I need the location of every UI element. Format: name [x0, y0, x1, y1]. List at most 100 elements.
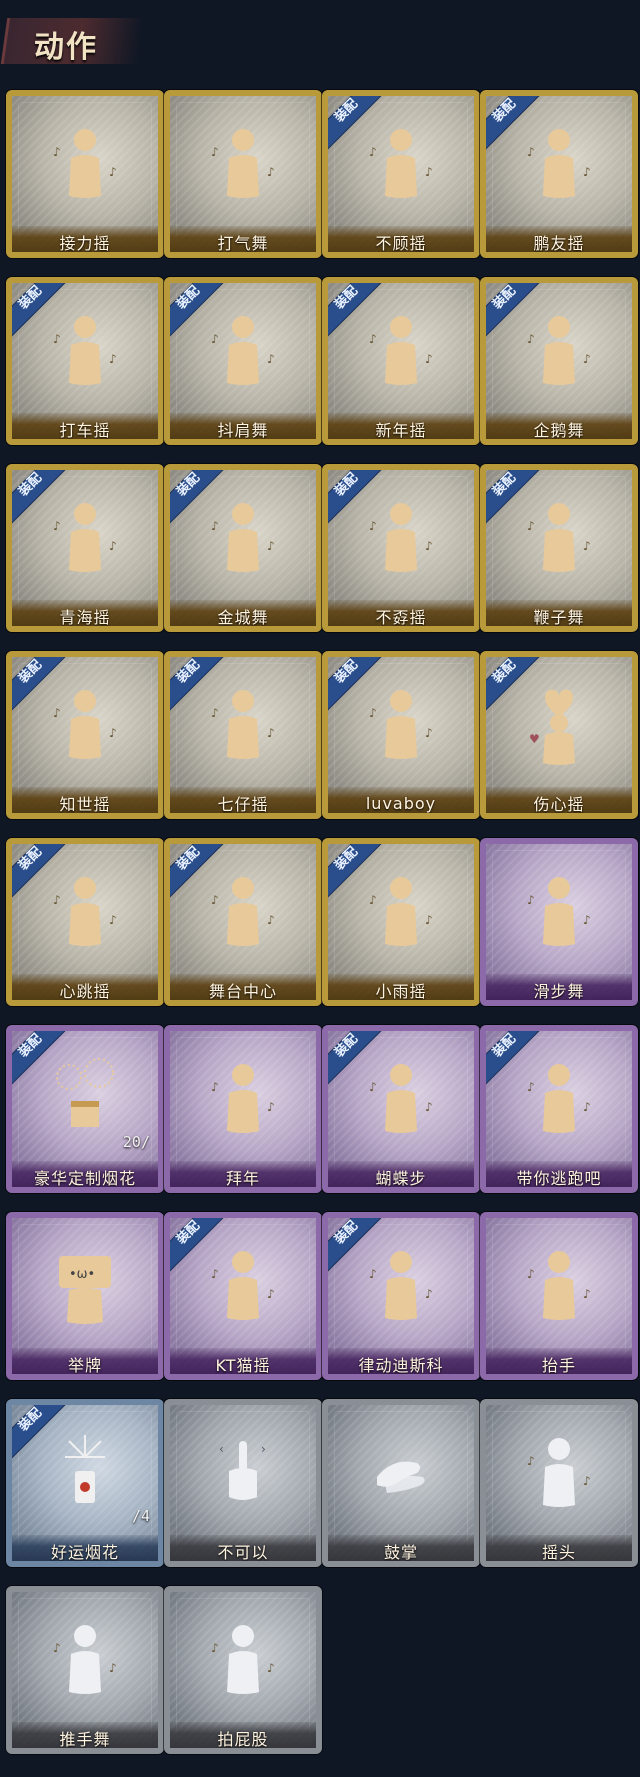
card-label-bar: 知世摇: [12, 787, 158, 813]
emote-card[interactable]: ♪ ♪ 装配 抖肩舞: [164, 277, 322, 445]
equipped-badge-label: 装配: [15, 283, 45, 313]
sign-face-icon: •ω•: [41, 1240, 129, 1328]
person-bow-icon: ♪ ♪: [199, 1053, 287, 1141]
emote-card[interactable]: ♪ ♪ 装配 青海摇: [6, 464, 164, 632]
equipped-badge-label: 装配: [173, 1218, 203, 1248]
emote-name: 抬手: [541, 1356, 576, 1375]
equipped-badge-label: 装配: [489, 470, 519, 500]
card-label-bar: 豪华定制烟花: [12, 1161, 158, 1187]
emote-card[interactable]: ♪ ♪ 装配 不孬摇: [322, 464, 480, 632]
emote-name: 企鹅舞: [533, 421, 585, 440]
emote-card[interactable]: ♪ ♪ 抬手: [480, 1212, 638, 1380]
emote-card[interactable]: ♪ ♪ 摇头: [480, 1399, 638, 1567]
equipped-badge: 装配: [12, 1405, 68, 1461]
emote-card[interactable]: ♪ ♪ 装配 鹏友摇: [480, 90, 638, 258]
emote-name: 接力摇: [59, 234, 111, 253]
svg-text:♪: ♪: [583, 1287, 591, 1301]
emote-card[interactable]: ♪ ♪ 装配 新年摇: [322, 277, 480, 445]
svg-text:♪: ♪: [583, 1100, 591, 1114]
emote-card[interactable]: ♪ ♪ 拍屁股: [164, 1586, 322, 1754]
equipped-badge-label: 装配: [331, 1031, 361, 1061]
emote-card[interactable]: ♪ ♪ 装配 鞭子舞: [480, 464, 638, 632]
emote-card[interactable]: ♪ ♪ 装配 心跳摇: [6, 838, 164, 1006]
emote-card[interactable]: 鼓掌: [322, 1399, 480, 1567]
emote-card[interactable]: ♥ 装配 伤心摇: [480, 651, 638, 819]
svg-text:♪: ♪: [109, 352, 117, 366]
equipped-badge: 装配: [12, 844, 68, 900]
emote-name: 舞台中心: [208, 982, 277, 1001]
equipped-badge-label: 装配: [331, 1218, 361, 1248]
card-label-bar: 青海摇: [12, 600, 158, 626]
equipped-badge: 装配: [12, 1031, 68, 1087]
card-label-bar: 滑步舞: [486, 974, 632, 1001]
equipped-badge-label: 装配: [489, 657, 519, 687]
card-label-bar: 新年摇: [328, 413, 474, 439]
emote-card[interactable]: ♪ ♪ 滑步舞: [480, 838, 638, 1006]
equipped-badge-label: 装配: [331, 657, 361, 687]
card-label-bar: luvaboy: [328, 787, 474, 813]
card-label-bar: 金城舞: [170, 600, 316, 626]
emote-card[interactable]: ♪ ♪ 装配 七仔摇: [164, 651, 322, 819]
emote-name: 打气舞: [217, 234, 269, 253]
emote-name: 律动迪斯科: [358, 1356, 444, 1375]
person-raise-hand-icon: ♪ ♪: [515, 1240, 603, 1328]
equipped-badge: 装配: [486, 283, 542, 339]
emote-card[interactable]: ♪ ♪ 装配 带你逃跑吧: [480, 1025, 638, 1193]
emote-card[interactable]: ♪ ♪ 装配 金城舞: [164, 464, 322, 632]
svg-text:♪: ♪: [425, 165, 433, 179]
emote-name: 滑步舞: [533, 982, 585, 1001]
emote-name: 伤心摇: [533, 795, 585, 814]
equipped-badge: 装配: [486, 1031, 542, 1087]
emote-card[interactable]: ♪ ♪ 装配 企鹅舞: [480, 277, 638, 445]
card-label-bar: 带你逃跑吧: [486, 1161, 632, 1187]
emote-card[interactable]: ♪ ♪ 装配 蝴蝶步: [322, 1025, 480, 1193]
emote-card[interactable]: •ω• 举牌: [6, 1212, 164, 1380]
equipped-badge-label: 装配: [15, 1405, 45, 1435]
emote-card[interactable]: ♪ ♪ 装配 律动迪斯科: [322, 1212, 480, 1380]
equipped-badge: 装配: [486, 657, 542, 713]
emote-name: 不孬摇: [375, 608, 427, 627]
card-label-bar: KT猫摇: [170, 1348, 316, 1374]
equipped-badge-label: 装配: [331, 283, 361, 313]
emote-card[interactable]: ♪ ♪ 装配 打车摇: [6, 277, 164, 445]
svg-text:♪: ♪: [583, 352, 591, 366]
equipped-badge-label: 装配: [15, 1031, 45, 1061]
emote-card[interactable]: ♪ ♪ 推手舞: [6, 1586, 164, 1754]
equipped-badge: 装配: [170, 657, 226, 713]
emote-card[interactable]: 装配 20/豪华定制烟花: [6, 1025, 164, 1193]
emote-card[interactable]: ‹ › 不可以: [164, 1399, 322, 1567]
emote-card[interactable]: ♪ ♪ 拜年: [164, 1025, 322, 1193]
emote-card[interactable]: 装配/4 好运烟花: [6, 1399, 164, 1567]
svg-text:♪: ♪: [211, 145, 219, 159]
svg-text:♪: ♪: [267, 352, 275, 366]
emote-name: 推手舞: [59, 1730, 111, 1749]
equipped-badge-label: 装配: [173, 844, 203, 874]
svg-text:♪: ♪: [267, 165, 275, 179]
card-label-bar: 七仔摇: [170, 787, 316, 813]
emote-name: 不顾摇: [375, 234, 427, 253]
emote-card[interactable]: ♪ ♪ 装配 小雨摇: [322, 838, 480, 1006]
card-label-bar: 摇头: [486, 1535, 632, 1561]
emote-card[interactable]: ♪ ♪ 打气舞: [164, 90, 322, 258]
equipped-badge-label: 装配: [489, 283, 519, 313]
emote-card[interactable]: ♪ ♪ 接力摇: [6, 90, 164, 258]
emote-card[interactable]: ♪ ♪ 装配 知世摇: [6, 651, 164, 819]
card-label-bar: 蝴蝶步: [328, 1161, 474, 1187]
svg-text:♪: ♪: [583, 165, 591, 179]
card-label-bar: 舞台中心: [170, 974, 316, 1001]
card-label-bar: 推手舞: [12, 1722, 158, 1749]
equipped-badge: 装配: [170, 283, 226, 339]
svg-text:♪: ♪: [53, 1641, 61, 1655]
emote-card[interactable]: ♪ ♪ 装配 KT猫摇: [164, 1212, 322, 1380]
card-label-bar: 接力摇: [12, 226, 158, 253]
emote-card[interactable]: ♪ ♪ 装配 luvaboy: [322, 651, 480, 819]
equipped-badge: 装配: [486, 470, 542, 526]
emote-card[interactable]: ♪ ♪ 装配 不顾摇: [322, 90, 480, 258]
emote-name: 小雨摇: [375, 982, 427, 1001]
svg-text:♪: ♪: [267, 1661, 275, 1675]
emote-card[interactable]: ♪ ♪ 装配 舞台中心: [164, 838, 322, 1006]
svg-text:♪: ♪: [425, 726, 433, 740]
svg-text:›: ›: [261, 1442, 266, 1456]
emote-name: 鹏友摇: [533, 234, 585, 253]
finger-wag-icon: ‹ ›: [199, 1427, 287, 1515]
